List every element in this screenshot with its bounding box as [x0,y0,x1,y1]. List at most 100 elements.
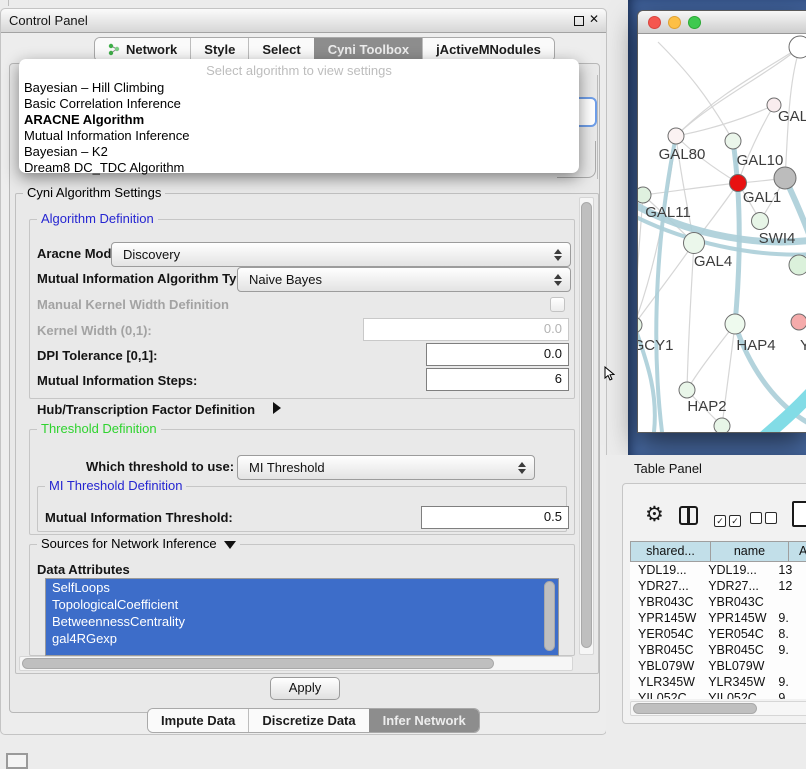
stepper-icon[interactable] [550,274,570,286]
settings-vscrollbar-thumb[interactable] [581,202,592,648]
mi-algorithm-type-combobox[interactable]: Naive Bayes [237,267,571,292]
tab-impute-data[interactable]: Impute Data [148,709,248,732]
table-hscrollbar-thumb[interactable] [633,703,757,714]
tab-discretize-data[interactable]: Discretize Data [248,709,368,732]
settings-hscrollbar[interactable] [19,656,573,671]
network-node[interactable] [789,255,806,275]
network-node[interactable] [774,167,796,189]
deselect-all-columns-icon[interactable] [750,511,777,529]
network-node-gal10[interactable] [725,133,741,149]
tab-style[interactable]: Style [190,38,248,61]
table-row[interactable]: YBR043CYBR043C [630,594,806,610]
tab-select-label: Select [262,39,300,61]
algorithm-option[interactable]: Bayesian – K2 [19,144,579,160]
mi-steps-field[interactable]: 6 [426,368,569,391]
new-table-icon[interactable] [792,501,806,527]
settings-vscrollbar[interactable] [579,197,594,655]
table-row[interactable]: YBL079WYBL079W [630,658,806,674]
manual-kernel-width-checkbox[interactable] [550,297,565,312]
network-window-titlebar[interactable] [638,11,806,34]
table-row[interactable]: YDR27...YDR27...12 [630,578,806,594]
mi-threshold-field[interactable]: 0.5 [421,506,569,529]
network-edge[interactable] [738,105,774,183]
table-row[interactable]: YBR045CYBR045C9. [630,642,806,658]
network-edge[interactable] [643,183,738,195]
tab-discretize-data-label: Discretize Data [262,710,355,732]
algorithm-option[interactable]: Dream8 DC_TDC Algorithm [19,160,579,176]
table-body[interactable]: YDL19...YDL19...13 YDR27...YDR27...12 YB… [630,562,806,699]
network-node-swi4[interactable] [752,213,769,230]
algorithm-option[interactable]: Mutual Information Inference [19,128,579,144]
tab-select[interactable]: Select [248,38,313,61]
float-icon[interactable] [574,16,584,26]
column-header-shared[interactable]: shared... [630,541,711,562]
node-label: HAP4 [736,337,775,354]
unchecked-box-icon [765,512,777,524]
kernel-width-field[interactable]: 0.0 [363,318,569,341]
table-settings-gear-icon[interactable]: ⚙ [645,502,664,527]
table-row[interactable]: YDL19...YDL19...13 [630,562,806,578]
data-attributes-list[interactable]: SelfLoops TopologicalCoefficient Between… [45,578,559,656]
network-canvas[interactable]: GALGAL80GAL10GAL1GAL11SWI4GAL4GCY1HAP4YH… [638,34,806,432]
tab-cyni-toolbox[interactable]: Cyni Toolbox [314,38,422,61]
list-item[interactable]: TopologicalCoefficient [46,596,558,613]
network-node-gal4[interactable] [684,233,705,254]
network-edge-accent[interactable] [754,390,806,432]
table-row[interactable]: YLR345WYLR345W9. [630,674,806,690]
hub-factor-expander-label[interactable]: Hub/Transcription Factor Definition [37,402,255,417]
network-node-gal80[interactable] [668,128,684,144]
screen: { "control_panel": { "title": "Control P… [0,0,806,762]
select-all-columns-icon[interactable]: ✓✓ [714,511,741,529]
network-node[interactable] [714,418,730,432]
which-threshold-combobox[interactable]: MI Threshold [237,455,535,480]
network-edge-thick[interactable] [656,136,676,432]
zoom-traffic-light[interactable] [688,16,701,29]
bottom-tabbar: Impute Data Discretize Data Infer Networ… [147,708,480,733]
table-hscrollbar[interactable] [630,701,806,716]
expander-down-arrow-icon[interactable] [224,541,236,549]
dpi-tolerance-field[interactable]: 0.0 [426,343,569,366]
algorithm-option-selected[interactable]: ARACNE Algorithm [19,112,579,128]
network-node-gal11[interactable] [638,187,651,203]
control-panel-titlebar[interactable]: Control Panel ✕ [1,9,606,33]
expander-right-arrow-icon[interactable] [273,402,281,414]
table-row[interactable]: YER054CYER054C8. [630,626,806,642]
checked-box-icon: ✓ [714,515,726,527]
column-header-name[interactable]: name [711,541,789,562]
network-node-hap4[interactable] [725,314,745,334]
sources-group-title[interactable]: Sources for Network Inference [37,537,240,551]
network-edge[interactable] [658,42,733,141]
apply-button[interactable]: Apply [270,677,340,700]
minimize-traffic-light[interactable] [668,16,681,29]
algorithm-option[interactable]: Bayesian – Hill Climbing [19,80,579,96]
minimized-panel-icon[interactable] [6,753,28,769]
network-window[interactable]: GALGAL80GAL10GAL1GAL11SWI4GAL4GCY1HAP4YH… [637,10,806,433]
column-selector-icon[interactable] [679,506,698,525]
settings-hscrollbar-thumb[interactable] [22,658,494,669]
table-row[interactable]: YIL052CYIL052C9. [630,690,806,699]
tab-jactivemnodules[interactable]: jActiveMNodules [422,38,554,61]
network-edge[interactable] [638,243,694,325]
node-label: Y [800,337,806,354]
attributes-list-scrollbar-thumb[interactable] [544,581,555,651]
tab-network[interactable]: Network [95,38,190,61]
list-item[interactable]: SelfLoops [46,579,558,596]
which-threshold-value: MI Threshold [238,460,514,475]
close-icon[interactable]: ✕ [589,12,599,26]
stepper-icon[interactable] [550,249,570,261]
tab-infer-network[interactable]: Infer Network [369,709,479,732]
aracne-mode-combobox[interactable]: Discovery [111,242,571,267]
network-node-hap2[interactable] [679,382,695,398]
table-row[interactable]: YPR145WYPR145W9. [630,610,806,626]
stepper-icon[interactable] [514,462,534,474]
list-item[interactable]: gal4RGexp [46,630,558,647]
close-traffic-light[interactable] [648,16,661,29]
network-node[interactable] [789,36,806,58]
mi-algorithm-type-label: Mutual Information Algorithm Type: [37,271,256,286]
list-item[interactable]: BetweennessCentrality [46,613,558,630]
network-node-gcy1[interactable] [638,317,642,333]
algorithm-option[interactable]: Basic Correlation Inference [19,96,579,112]
column-header-clipped[interactable]: A [789,541,806,562]
network-node[interactable] [791,314,806,330]
table-panel-title: Table Panel [634,461,702,476]
